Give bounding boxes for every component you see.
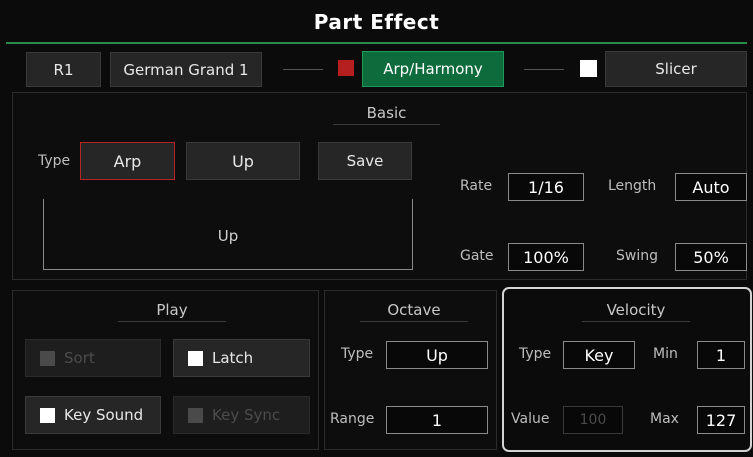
arp-mode-button[interactable]: Up bbox=[186, 142, 300, 180]
velocity-value-label: Value bbox=[511, 411, 550, 427]
rate-label: Rate bbox=[460, 178, 493, 194]
length-label: Length bbox=[608, 178, 657, 194]
key-sound-label: Key Sound bbox=[64, 406, 144, 424]
arp-indicator bbox=[338, 60, 354, 76]
slicer-button[interactable]: Slicer bbox=[605, 51, 747, 87]
sort-label: Sort bbox=[64, 349, 95, 367]
arp-harmony-button[interactable]: Arp/Harmony bbox=[362, 51, 504, 87]
basic-type-label: Type bbox=[38, 153, 71, 169]
voice-selector-button[interactable]: German Grand 1 bbox=[110, 52, 262, 87]
key-sound-checkbox[interactable] bbox=[40, 407, 55, 423]
latch-toggle[interactable]: Latch bbox=[173, 339, 310, 377]
velocity-section-title: Velocity bbox=[606, 301, 666, 319]
key-sync-checkbox bbox=[188, 407, 203, 423]
basic-section-title: Basic bbox=[366, 104, 407, 122]
save-button[interactable]: Save bbox=[318, 142, 412, 180]
gate-label: Gate bbox=[460, 248, 494, 264]
basic-type-button[interactable]: Arp bbox=[80, 142, 175, 180]
sort-checkbox bbox=[40, 350, 55, 366]
play-section-underline bbox=[118, 321, 226, 322]
octave-type-field[interactable]: Up bbox=[386, 341, 488, 369]
part-selector-button[interactable]: R1 bbox=[26, 52, 101, 87]
rate-field[interactable]: 1/16 bbox=[508, 173, 584, 201]
gate-field[interactable]: 100% bbox=[508, 243, 584, 271]
page-title: Part Effect bbox=[313, 10, 440, 34]
key-sync-toggle: Key Sync bbox=[173, 396, 310, 434]
sort-toggle: Sort bbox=[25, 339, 161, 377]
latch-checkbox[interactable] bbox=[188, 350, 203, 366]
key-sync-label: Key Sync bbox=[212, 406, 281, 424]
velocity-type-label: Type bbox=[519, 346, 552, 362]
swing-field[interactable]: 50% bbox=[675, 243, 747, 271]
play-section-title: Play bbox=[156, 301, 188, 319]
swing-label: Swing bbox=[616, 248, 658, 264]
octave-range-field[interactable]: 1 bbox=[386, 406, 488, 434]
octave-range-label: Range bbox=[330, 411, 375, 427]
velocity-min-label: Min bbox=[653, 346, 678, 362]
title-divider bbox=[6, 42, 747, 44]
velocity-min-field[interactable]: 1 bbox=[697, 341, 745, 369]
octave-section-underline bbox=[360, 321, 468, 322]
octave-type-label: Type bbox=[341, 346, 374, 362]
length-field[interactable]: Auto bbox=[675, 173, 747, 201]
pattern-display-text: Up bbox=[217, 227, 239, 245]
slicer-indicator bbox=[580, 60, 597, 77]
octave-section-title: Octave bbox=[387, 301, 441, 319]
velocity-value-field: 100 bbox=[563, 406, 623, 434]
connector-line bbox=[524, 69, 564, 70]
velocity-max-label: Max bbox=[650, 411, 679, 427]
key-sound-toggle[interactable]: Key Sound bbox=[25, 396, 161, 434]
connector-line bbox=[283, 69, 323, 70]
velocity-max-field[interactable]: 127 bbox=[697, 406, 745, 434]
velocity-section-underline bbox=[582, 321, 690, 322]
velocity-type-field[interactable]: Key bbox=[563, 341, 635, 369]
latch-label: Latch bbox=[212, 349, 254, 367]
basic-section-underline bbox=[333, 124, 440, 125]
